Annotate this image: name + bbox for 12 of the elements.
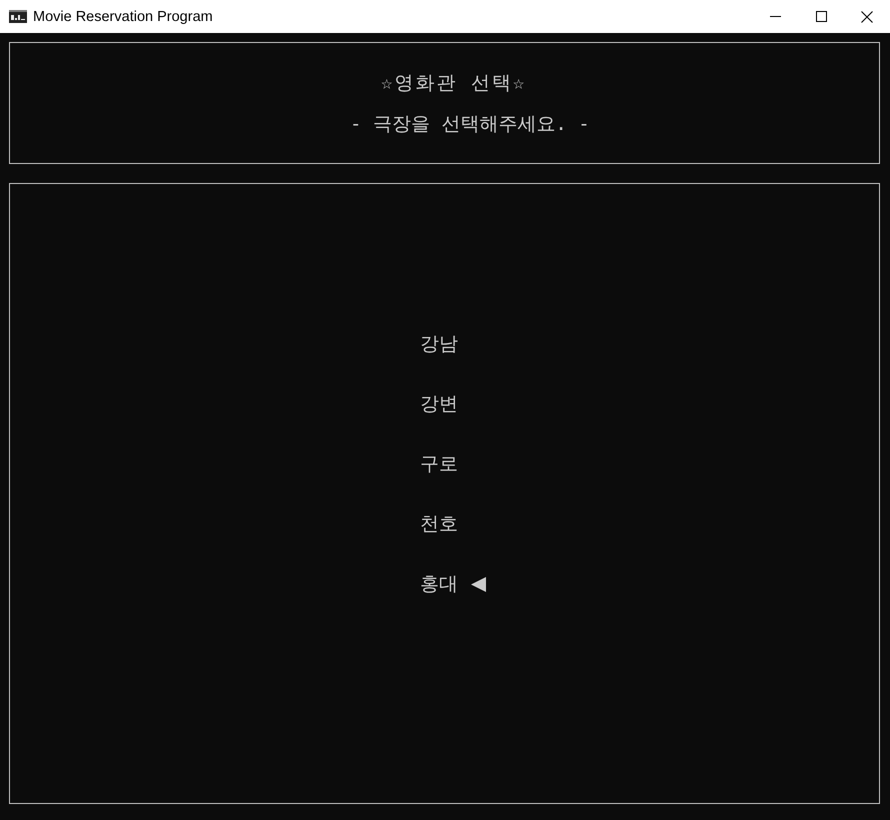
maximize-icon xyxy=(816,11,826,22)
theater-option[interactable]: 강변 xyxy=(420,392,458,416)
theater-option[interactable]: 천호 xyxy=(420,512,458,536)
window-title: Movie Reservation Program xyxy=(33,8,214,24)
minimize-icon xyxy=(770,16,780,17)
theater-option[interactable]: 구로 xyxy=(420,452,458,476)
screen-title: ☆영화관 선택☆ xyxy=(381,71,526,95)
console-app-icon xyxy=(9,10,27,23)
theater-option[interactable]: 홍대 xyxy=(420,572,458,596)
theater-option[interactable]: 강남 xyxy=(420,332,458,356)
close-icon xyxy=(861,10,873,22)
instruction-text: - 극장을 선택해주세요. - xyxy=(350,112,590,136)
